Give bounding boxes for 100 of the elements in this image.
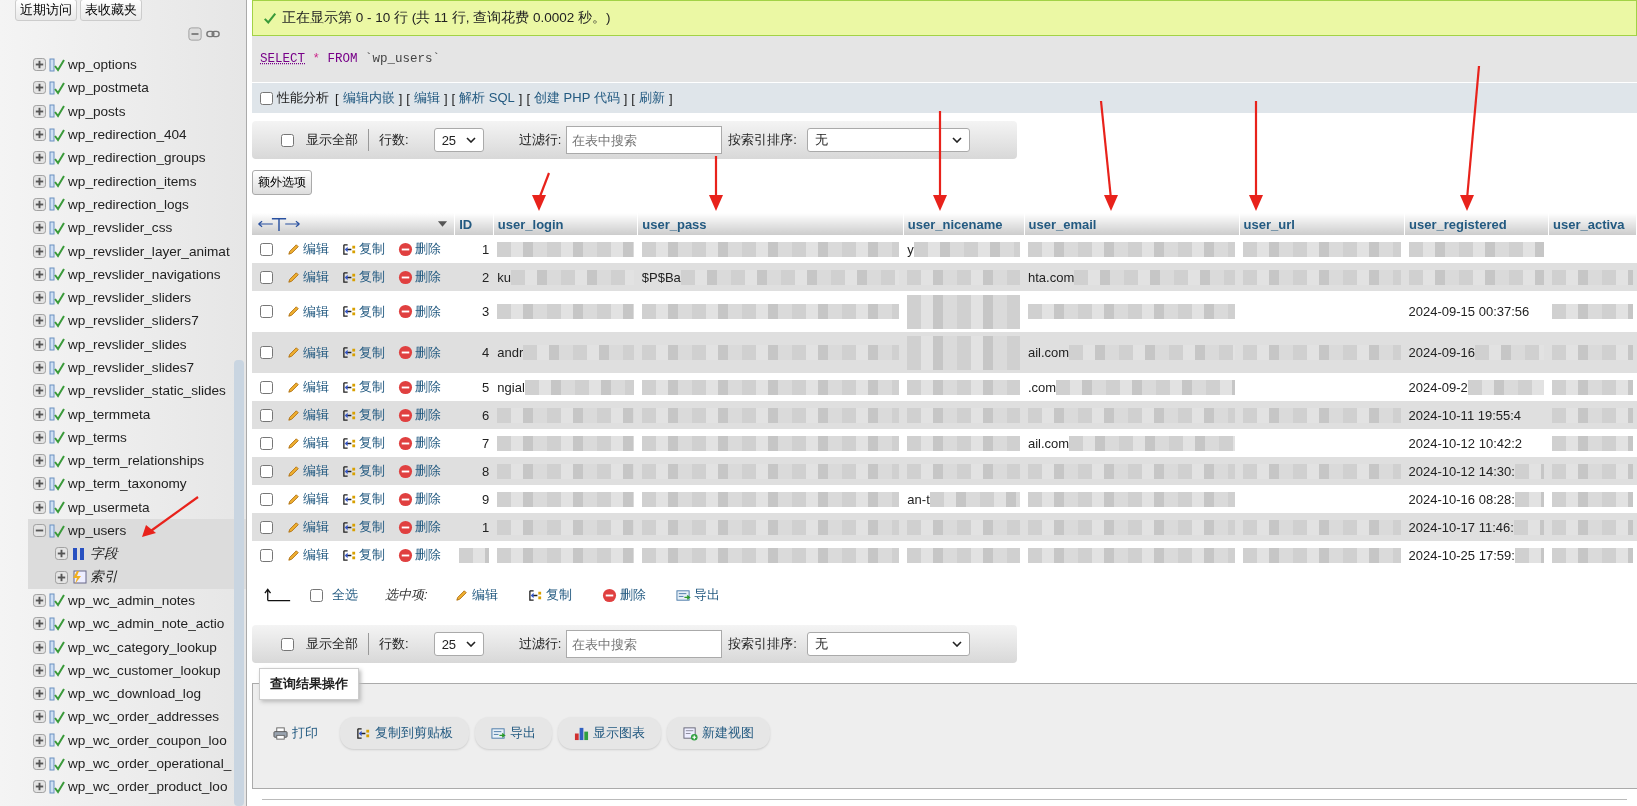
row-action-link[interactable]: 复制	[359, 546, 385, 564]
row-checkbox[interactable]	[260, 305, 273, 318]
row-checkbox[interactable]	[260, 270, 273, 284]
row-action-link[interactable]: 删除	[415, 518, 441, 536]
table-name[interactable]: wp_wc_download_log	[68, 686, 201, 702]
bulk-action-button[interactable]: 复制	[527, 586, 572, 604]
table-name[interactable]: wp_wc_order_addresses	[68, 709, 220, 725]
expand-icon[interactable]	[33, 407, 46, 421]
row-checkbox[interactable]	[260, 492, 273, 506]
row-action-link[interactable]: 复制	[359, 343, 385, 362]
query-link[interactable]: 刷新	[638, 89, 665, 107]
table-name[interactable]: wp_wc_customer_lookup	[68, 662, 221, 678]
rows-select[interactable]: 25	[433, 632, 484, 656]
collapse-all-icon[interactable]	[188, 27, 202, 41]
bulk-action-button[interactable]: 导出	[675, 586, 720, 604]
row-checkbox[interactable]	[260, 346, 273, 359]
query-link[interactable]: 创建 PHP 代码	[534, 89, 620, 107]
row-action-link[interactable]: 复制	[359, 268, 385, 286]
sort-select[interactable]: 无	[806, 632, 970, 656]
row-action-link[interactable]: 删除	[415, 406, 441, 424]
table-name[interactable]: wp_postmeta	[68, 80, 149, 96]
expand-icon[interactable]	[33, 733, 46, 747]
row-action-link[interactable]: 复制	[359, 378, 385, 396]
table-name[interactable]: wp_redirection_logs	[68, 196, 189, 212]
row-action-link[interactable]: 复制	[359, 240, 385, 258]
expand-icon[interactable]	[33, 640, 46, 654]
table-name[interactable]: wp_revslider_css	[68, 220, 173, 236]
sort-select[interactable]: 无	[806, 128, 970, 152]
expand-icon[interactable]	[33, 81, 46, 95]
column-resize-icon[interactable]	[256, 216, 302, 232]
row-action-link[interactable]: 编辑	[303, 240, 329, 258]
result-action-button[interactable]: 复制到剪贴板	[340, 717, 469, 749]
result-action-button[interactable]: 显示图表	[558, 717, 661, 749]
row-checkbox[interactable]	[260, 242, 273, 256]
row-action-link[interactable]: 复制	[359, 434, 385, 452]
expand-icon[interactable]	[55, 547, 68, 561]
row-checkbox[interactable]	[260, 436, 273, 450]
scrollbar[interactable]	[234, 360, 244, 806]
row-action-link[interactable]: 复制	[359, 462, 385, 480]
expand-icon[interactable]	[33, 430, 46, 444]
table-name[interactable]: wp_revslider_layer_animat	[68, 243, 230, 259]
show-all-label[interactable]: 显示全部	[306, 131, 358, 149]
table-name[interactable]: wp_wc_order_coupon_loo	[68, 732, 227, 748]
table-name[interactable]: wp_wc_category_lookup	[68, 639, 217, 655]
table-name[interactable]: wp_revslider_slides7	[68, 360, 195, 375]
expand-icon[interactable]	[33, 361, 46, 374]
row-action-link[interactable]: 编辑	[303, 378, 329, 396]
row-action-link[interactable]: 编辑	[303, 302, 329, 321]
row-checkbox[interactable]	[260, 520, 273, 534]
table-name[interactable]: wp_usermeta	[68, 499, 150, 515]
expand-icon[interactable]	[33, 58, 46, 72]
query-link[interactable]: 编辑	[413, 89, 440, 107]
row-action-link[interactable]: 删除	[415, 240, 441, 258]
table-name[interactable]: wp_revslider_navigations	[68, 266, 221, 282]
tree-item-label[interactable]: 字段	[90, 544, 118, 563]
query-link[interactable]: 编辑内嵌	[342, 89, 395, 107]
column-header[interactable]: ID	[454, 213, 494, 235]
table-name[interactable]: wp_options	[68, 57, 137, 73]
collapse-icon[interactable]	[33, 524, 46, 538]
table-name[interactable]: wp_redirection_404	[68, 127, 187, 143]
expand-icon[interactable]	[33, 780, 46, 794]
expand-icon[interactable]	[33, 314, 46, 328]
expand-icon[interactable]	[55, 570, 68, 584]
row-action-link[interactable]: 删除	[415, 268, 441, 286]
table-name[interactable]: wp_wc_order_operational_	[68, 756, 232, 772]
row-action-link[interactable]: 编辑	[303, 490, 329, 508]
expand-icon[interactable]	[33, 128, 46, 142]
expand-icon[interactable]	[33, 174, 46, 188]
bulk-action-button[interactable]: 删除	[601, 586, 646, 604]
table-name[interactable]: wp_revslider_slides	[68, 336, 187, 352]
expand-icon[interactable]	[33, 663, 46, 677]
expand-icon[interactable]	[33, 337, 46, 351]
dropdown-icon[interactable]	[437, 220, 449, 228]
select-all-checkbox[interactable]	[310, 588, 323, 602]
sidebar-tab-button[interactable]: 近期访问	[15, 0, 77, 21]
row-action-link[interactable]: 编辑	[303, 343, 329, 362]
column-header[interactable]: user_activa	[1548, 213, 1637, 235]
filter-field[interactable]: 在表中搜索	[566, 126, 723, 154]
row-action-link[interactable]: 复制	[359, 406, 385, 424]
table-name[interactable]: wp_wc_admin_notes	[68, 592, 195, 608]
row-action-link[interactable]: 删除	[415, 490, 441, 508]
row-action-link[interactable]: 删除	[415, 302, 441, 321]
row-checkbox[interactable]	[260, 464, 273, 478]
row-checkbox[interactable]	[260, 380, 273, 394]
result-action-button[interactable]: 新建视图	[667, 717, 770, 749]
expand-icon[interactable]	[33, 593, 46, 607]
row-action-link[interactable]: 复制	[359, 518, 385, 536]
filter-field[interactable]: 在表中搜索	[566, 630, 723, 658]
expand-icon[interactable]	[33, 104, 46, 118]
show-all-label[interactable]: 显示全部	[306, 635, 358, 653]
expand-icon[interactable]	[33, 477, 46, 491]
expand-icon[interactable]	[33, 617, 46, 631]
expand-icon[interactable]	[33, 757, 46, 771]
table-name[interactable]: wp_revslider_static_slides	[68, 383, 226, 399]
expand-icon[interactable]	[33, 384, 46, 398]
select-all-link[interactable]: 全选	[332, 586, 358, 604]
expand-icon[interactable]	[33, 221, 46, 235]
row-action-link[interactable]: 编辑	[303, 462, 329, 480]
row-action-link[interactable]: 编辑	[303, 546, 329, 564]
table-name[interactable]: wp_term_taxonomy	[68, 476, 187, 492]
